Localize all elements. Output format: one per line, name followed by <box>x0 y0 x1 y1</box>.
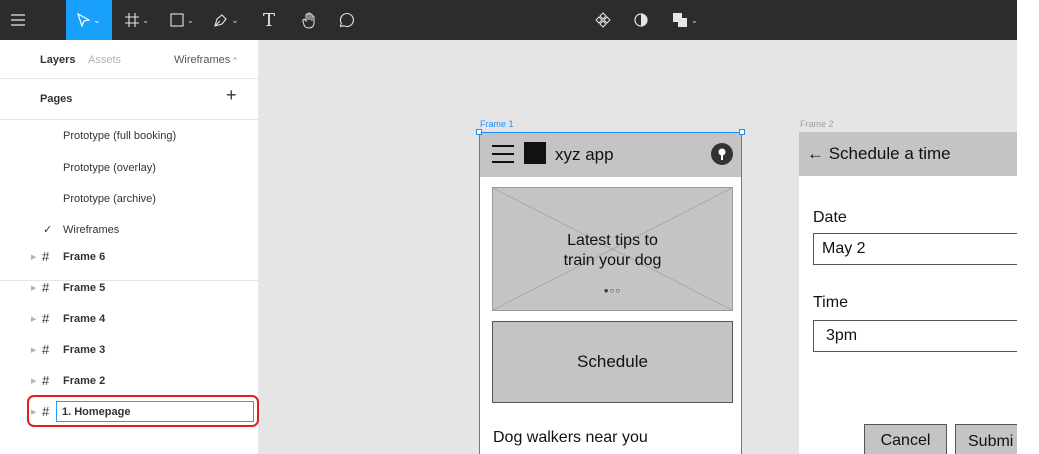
frame-icon: # <box>42 404 50 419</box>
page-item-label: Prototype (full booking) <box>63 129 177 142</box>
carousel-card[interactable]: Latest tips to train your dog ●○○ <box>492 187 733 311</box>
chevron-down-icon: ⌄ <box>93 14 101 25</box>
app-name: xyz app <box>555 145 614 164</box>
chevron-down-icon: ⌄ <box>231 14 239 25</box>
carousel-line-2: train your dog <box>563 252 662 269</box>
resize-handle[interactable] <box>739 129 745 135</box>
page-item-label: Wireframes <box>63 223 120 236</box>
cancel-button[interactable]: Cancel <box>864 424 947 454</box>
layer-name: Frame 3 <box>63 343 106 356</box>
pen-tool-icon <box>214 13 227 27</box>
frame-1[interactable]: xyz app Latest tips to train your dog ●○… <box>479 132 742 454</box>
frame2-label[interactable]: Frame 2 <box>800 119 834 129</box>
page-item-label: Prototype (archive) <box>63 192 156 205</box>
layer-row-editing[interactable]: ▶ # 1. Homepage <box>0 396 258 427</box>
chevron-down-icon: ⌄ <box>186 14 195 25</box>
page-item-label: Prototype (overlay) <box>63 161 156 174</box>
frame2-title: ← Schedule a time <box>807 144 951 163</box>
window-edge <box>1017 0 1039 454</box>
date-field[interactable]: May 2 <box>813 233 1017 265</box>
panel-tabs: Layers Assets Wireframes ^ <box>0 40 258 79</box>
component-icon[interactable] <box>587 0 619 40</box>
boolean-icon <box>672 13 687 27</box>
expand-triangle-icon[interactable]: ▶ <box>31 253 36 261</box>
layer-name: Frame 5 <box>63 281 106 294</box>
submit-button-label: Submi <box>968 433 1014 450</box>
current-page-label: Wireframes <box>174 54 231 66</box>
app-header: xyz app <box>480 133 741 177</box>
hand-tool-icon[interactable] <box>292 0 326 40</box>
date-label: Date <box>813 209 847 226</box>
frame-2[interactable]: ← Schedule a time Date May 2 Time 3pm Ca… <box>799 132 1017 454</box>
section-title: Dog walkers near you <box>493 429 648 446</box>
layer-row[interactable]: ▶ # Frame 3 <box>0 334 258 365</box>
location-pin-icon <box>711 143 733 165</box>
page-switcher[interactable]: Wireframes ^ <box>174 54 237 66</box>
frame-tool-button[interactable]: ⌄ <box>117 0 157 40</box>
schedule-button[interactable]: Schedule <box>492 321 733 403</box>
carousel-dots[interactable]: ●○○ <box>493 286 732 295</box>
frame-icon: # <box>42 373 50 388</box>
time-label: Time <box>813 294 848 311</box>
carousel-title: Latest tips to train your dog <box>493 231 732 271</box>
mask-icon[interactable] <box>626 0 656 40</box>
frame-tool-icon <box>124 13 139 27</box>
text-tool-icon[interactable]: T <box>252 0 286 40</box>
pages-header: Pages + <box>0 79 258 120</box>
time-value: 3pm <box>826 327 858 344</box>
shape-tool-button[interactable]: ⌄ <box>162 0 202 40</box>
boolean-button[interactable]: ⌄ <box>663 0 707 40</box>
pen-tool-button[interactable]: ⌄ <box>206 0 246 40</box>
page-item[interactable]: Prototype (full booking) <box>0 120 258 151</box>
move-tool-button[interactable]: ⌄ <box>66 0 112 40</box>
design-canvas[interactable]: Frame 1 xyz app Latest tips to train you… <box>259 40 1017 454</box>
frame-icon: # <box>42 342 50 357</box>
comment-tool-icon[interactable] <box>330 0 364 40</box>
layer-row[interactable]: ▶ # Frame 6 <box>0 241 258 272</box>
pages-label: Pages <box>40 93 73 105</box>
page-item[interactable]: Prototype (overlay) <box>0 152 258 183</box>
frame-icon: # <box>42 311 50 326</box>
chevron-down-icon: ⌄ <box>690 14 699 25</box>
layer-row[interactable]: ▶ # Frame 2 <box>0 365 258 396</box>
layer-name: Frame 6 <box>63 250 106 263</box>
layer-rename-input[interactable]: 1. Homepage <box>56 401 254 422</box>
add-page-icon[interactable]: + <box>226 85 237 106</box>
date-value: May 2 <box>822 240 866 257</box>
app-logo <box>524 142 546 164</box>
expand-triangle-icon[interactable]: ▶ <box>31 284 36 292</box>
checkmark-icon: ✓ <box>43 224 53 236</box>
chevron-down-icon: ⌄ <box>141 14 150 25</box>
layers-panel: Layers Assets Wireframes ^ Pages + Proto… <box>0 40 259 454</box>
layer-name: Frame 4 <box>63 312 106 325</box>
time-field[interactable]: 3pm <box>813 320 1017 352</box>
top-toolbar: ⌄ ⌄ ⌄ ⌄ T ⌄ <box>0 0 1017 40</box>
carousel-line-1: Latest tips to <box>567 232 658 249</box>
expand-triangle-icon[interactable]: ▶ <box>31 408 36 416</box>
tab-assets[interactable]: Assets <box>88 54 121 66</box>
layer-row[interactable]: ▶ # Frame 5 <box>0 272 258 303</box>
submit-button[interactable]: Submi <box>955 424 1017 454</box>
menu-icon[interactable] <box>0 0 36 40</box>
move-tool-icon <box>77 13 91 27</box>
hamburger-icon <box>492 145 514 163</box>
expand-triangle-icon[interactable]: ▶ <box>31 315 36 323</box>
tab-layers[interactable]: Layers <box>40 54 75 66</box>
layer-rename-value: 1. Homepage <box>62 406 131 418</box>
expand-triangle-icon[interactable]: ▶ <box>31 346 36 354</box>
shape-tool-icon <box>170 13 184 27</box>
layer-row[interactable]: ▶ # Frame 4 <box>0 303 258 334</box>
expand-triangle-icon[interactable]: ▶ <box>31 377 36 385</box>
frame-icon: # <box>42 280 50 295</box>
frame1-label[interactable]: Frame 1 <box>480 119 514 129</box>
resize-handle[interactable] <box>476 129 482 135</box>
chevron-up-icon: ^ <box>233 56 238 65</box>
layer-name: Frame 2 <box>63 374 106 387</box>
frame2-header: ← Schedule a time <box>799 132 1017 176</box>
frame-icon: # <box>42 249 50 264</box>
page-item[interactable]: Prototype (archive) <box>0 183 258 214</box>
